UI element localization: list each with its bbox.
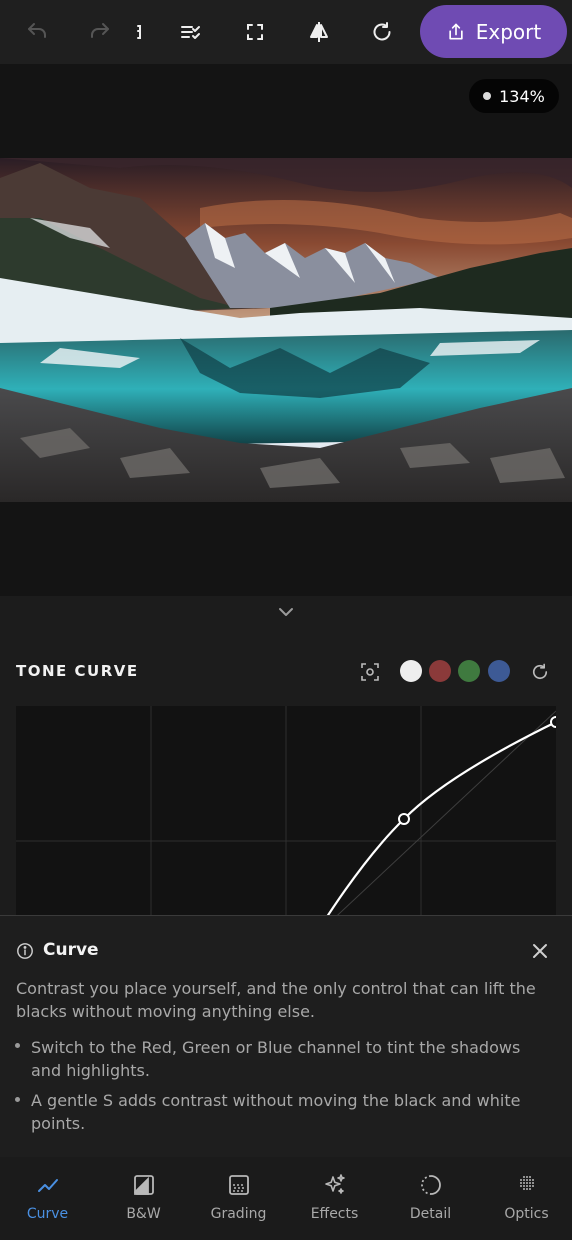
- zoom-badge[interactable]: 134%: [469, 79, 559, 113]
- channel-blue-swatch[interactable]: [488, 660, 510, 682]
- panel-icon[interactable]: [112, 12, 152, 52]
- info-sheet: Curve Contrast you place yourself, and t…: [0, 915, 572, 1158]
- curve-reset-icon[interactable]: [530, 662, 550, 682]
- sparkle-icon: [323, 1173, 347, 1197]
- grading-icon: [227, 1173, 251, 1197]
- close-icon[interactable]: [530, 941, 550, 961]
- tone-curve-title: TONE CURVE: [16, 662, 139, 680]
- target-icon[interactable]: [360, 662, 380, 682]
- curve-baseline: [325, 710, 556, 926]
- undo-icon[interactable]: [17, 12, 57, 52]
- curve-point[interactable]: [398, 813, 410, 825]
- export-button[interactable]: Export: [420, 5, 567, 58]
- nav-item-grading[interactable]: Grading: [191, 1157, 286, 1240]
- landscape-photo: [0, 158, 572, 502]
- zoom-dot-icon: [483, 92, 492, 100]
- nav-label: Optics: [504, 1206, 549, 1222]
- compare-icon[interactable]: [299, 12, 339, 52]
- bottom-nav: Curve B&W Grading Effects Detail Optics: [0, 1157, 572, 1240]
- curve-point[interactable]: [550, 716, 556, 728]
- nav-item-bw[interactable]: B&W: [96, 1157, 191, 1240]
- nav-label: Effects: [310, 1206, 359, 1222]
- photo-preview[interactable]: 134%: [0, 64, 572, 596]
- nav-item-optics[interactable]: Optics: [479, 1157, 572, 1240]
- bullet-icon: [15, 1097, 20, 1102]
- nav-item-detail[interactable]: Detail: [383, 1157, 478, 1240]
- export-label: Export: [475, 19, 542, 44]
- info-tip: Switch to the Red, Green or Blue channel…: [31, 1038, 521, 1080]
- info-description: Contrast you place yourself, and the onl…: [16, 979, 536, 1021]
- info-tip: A gentle S adds contrast without moving …: [31, 1091, 521, 1133]
- checklist-icon[interactable]: [171, 12, 211, 52]
- fullscreen-icon[interactable]: [235, 12, 275, 52]
- reset-icon[interactable]: [362, 12, 402, 52]
- top-toolbar: Export: [0, 0, 572, 64]
- share-icon: [446, 22, 466, 42]
- info-title: Curve: [43, 940, 99, 960]
- zoom-label: 134%: [499, 86, 545, 106]
- optics-icon: [515, 1173, 539, 1197]
- detail-icon: [419, 1173, 443, 1197]
- curve-icon: [36, 1173, 60, 1197]
- curve-line: [320, 721, 556, 926]
- nav-label: Curve: [26, 1206, 69, 1222]
- tone-curve-graph[interactable]: [16, 706, 556, 926]
- channel-green-swatch[interactable]: [458, 660, 480, 682]
- nav-item-curve[interactable]: Curve: [0, 1157, 95, 1240]
- bullet-icon: [15, 1043, 20, 1048]
- channel-red-swatch[interactable]: [429, 660, 451, 682]
- nav-label: Grading: [210, 1206, 267, 1222]
- nav-item-effects[interactable]: Effects: [287, 1157, 382, 1240]
- bw-icon: [132, 1173, 156, 1197]
- nav-label: Detail: [409, 1206, 452, 1222]
- channel-rgb-swatch[interactable]: [400, 660, 422, 682]
- info-icon: [16, 942, 34, 960]
- nav-label: B&W: [126, 1206, 161, 1222]
- chevron-down-icon[interactable]: [276, 602, 296, 622]
